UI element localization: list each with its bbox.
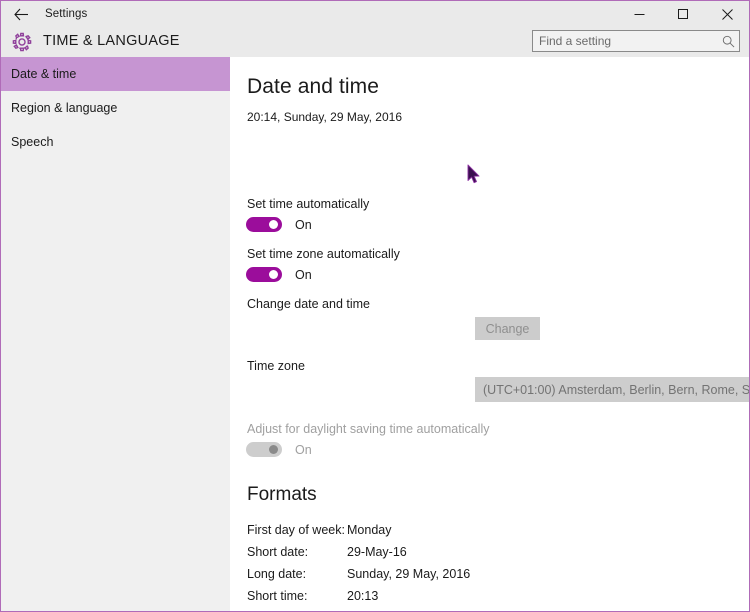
daylight-saving-label: Adjust for daylight saving time automati…: [247, 422, 490, 436]
sidebar-item-region-language[interactable]: Region & language: [1, 91, 230, 125]
table-row: First day of week: Monday: [247, 519, 470, 541]
daylight-saving-toggle[interactable]: On: [246, 442, 312, 457]
toggle-state-label: On: [295, 442, 312, 457]
page-title: Date and time: [247, 75, 380, 98]
back-arrow-icon: [13, 8, 28, 20]
search-input[interactable]: [533, 32, 718, 50]
toggle-knob: [269, 445, 278, 454]
page-category-title: TIME & LANGUAGE: [43, 33, 180, 49]
sidebar: Date & time Region & language Speech: [1, 57, 230, 611]
back-button[interactable]: [1, 1, 41, 27]
format-label: First day of week:: [247, 523, 345, 537]
format-value: 20:13:59: [347, 607, 470, 611]
format-label: Long time:: [247, 607, 347, 611]
format-label: Long date:: [247, 567, 307, 581]
toggle-switch[interactable]: [246, 442, 282, 457]
sidebar-item-date-time[interactable]: Date & time: [1, 57, 230, 91]
table-row: Long time: 20:13:59: [247, 607, 470, 611]
sidebar-item-label: Region & language: [11, 101, 118, 115]
format-value: Sunday, 29 May, 2016: [347, 567, 471, 581]
toggle-state-label: On: [295, 217, 312, 232]
title-bar: Settings: [1, 1, 749, 27]
change-button[interactable]: Change: [475, 317, 540, 340]
minimize-button[interactable]: [617, 1, 661, 27]
current-datetime-text: 20:14, Sunday, 29 May, 2016: [247, 110, 402, 124]
close-button[interactable]: [705, 1, 749, 27]
format-label: Short date:: [247, 545, 309, 559]
window-controls: [617, 1, 749, 27]
sidebar-item-label: Speech: [11, 135, 54, 149]
sidebar-item-label: Date & time: [11, 67, 77, 81]
format-value: 20:13: [347, 589, 379, 603]
set-time-automatically-label: Set time automatically: [247, 197, 370, 211]
gear-icon: [11, 31, 33, 53]
settings-window: Settings TIME & LANGUAGE Find a setting …: [0, 0, 750, 612]
formats-table: First day of week: Monday Short date: 29…: [247, 519, 470, 611]
set-timezone-automatically-toggle[interactable]: On: [246, 267, 312, 282]
maximize-button[interactable]: [661, 1, 705, 27]
format-value: 29-May-16: [347, 545, 407, 559]
sidebar-item-speech[interactable]: Speech: [1, 125, 230, 159]
toggle-knob: [269, 270, 278, 279]
maximize-icon: [677, 8, 688, 19]
toggle-switch[interactable]: [246, 267, 282, 282]
table-row: Short date: 29-May-16: [247, 541, 470, 563]
set-time-automatically-toggle[interactable]: On: [246, 217, 312, 232]
table-row: Long date: Sunday, 29 May, 2016: [247, 563, 470, 585]
change-date-time-label: Change date and time: [247, 297, 371, 311]
time-zone-label: Time zone: [247, 359, 305, 373]
content-pane: Date and time 20:14, Sunday, 29 May, 201…: [230, 57, 749, 611]
table-row: Short time: 20:13: [247, 585, 470, 607]
time-zone-dropdown[interactable]: (UTC+01:00) Amsterdam, Berlin, Bern, Rom…: [475, 377, 750, 402]
minimize-icon: [634, 13, 644, 15]
window-title: Settings: [45, 8, 88, 20]
time-zone-value: (UTC+01:00) Amsterdam, Berlin, Bern, Rom…: [483, 382, 750, 397]
toggle-state-label: On: [295, 267, 312, 282]
formats-title: Formats: [247, 484, 317, 505]
close-icon: [721, 8, 733, 20]
header-band: TIME & LANGUAGE: [1, 27, 749, 57]
toggle-switch[interactable]: [246, 217, 282, 232]
search-icon: [718, 35, 739, 48]
format-label: Short time:: [247, 589, 308, 603]
search-box[interactable]: [532, 30, 740, 52]
format-value: Monday: [347, 523, 392, 537]
set-timezone-automatically-label: Set time zone automatically: [247, 247, 400, 261]
toggle-knob: [269, 220, 278, 229]
